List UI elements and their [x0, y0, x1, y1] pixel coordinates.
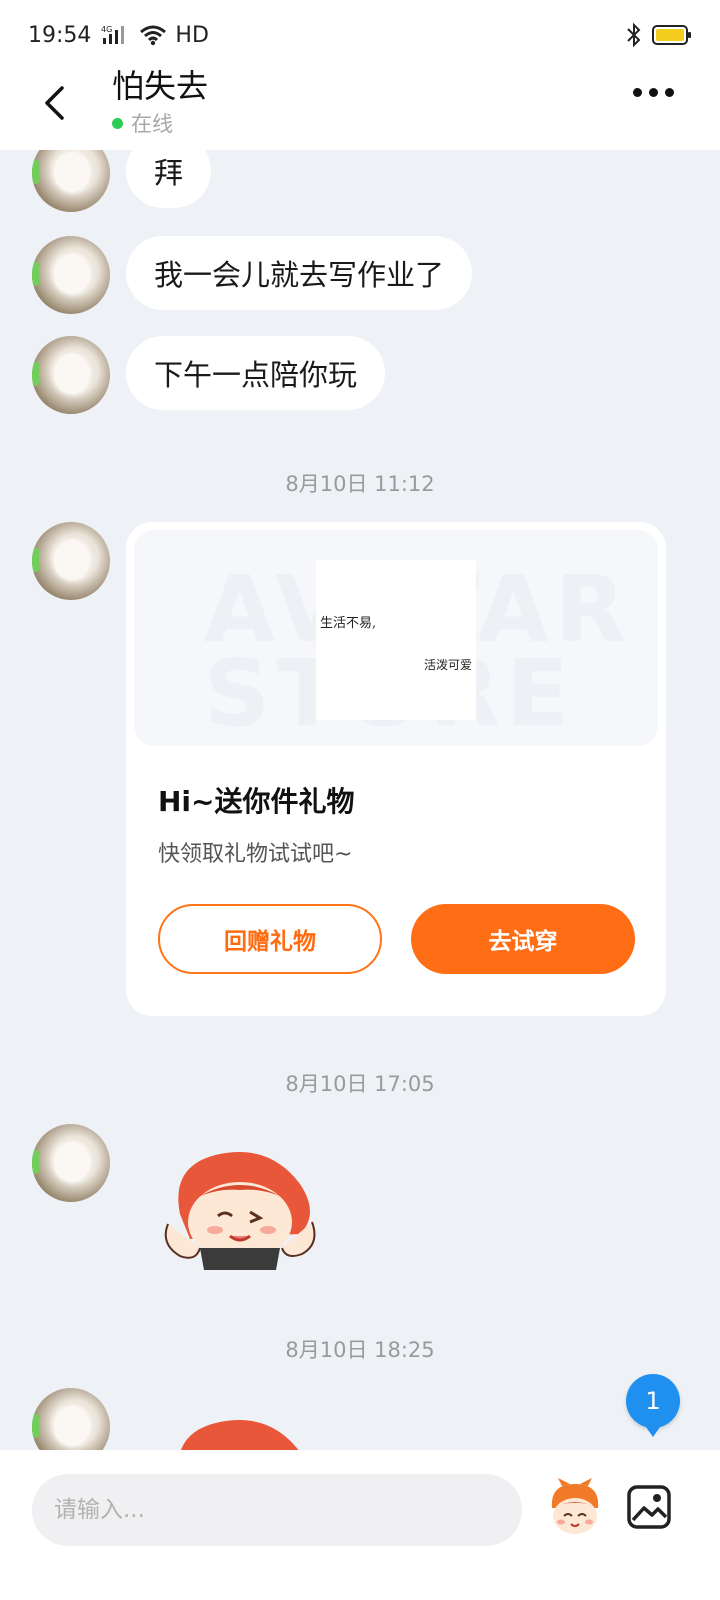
- online-dot-icon: [112, 117, 123, 129]
- contact-avatar[interactable]: [32, 336, 110, 414]
- message-bubble[interactable]: 下午一点陪你玩: [126, 336, 386, 410]
- contact-info[interactable]: 怕失去 在线: [112, 66, 208, 138]
- mascot-sticker-image[interactable]: [160, 1412, 320, 1450]
- message-text: 下午一点陪你玩: [154, 358, 358, 392]
- battery-icon: [652, 25, 691, 45]
- unread-count-badge[interactable]: 1: [626, 1374, 680, 1437]
- contact-avatar[interactable]: [32, 522, 110, 600]
- timestamp: 8月10日 11:12: [285, 472, 435, 496]
- gift-card[interactable]: AVATAR STORE 生活不易, 活泼可爱 Hi~送你件礼物 快领取礼物试试…: [126, 522, 666, 1016]
- gift-card-subtitle: 快领取礼物试试吧~: [158, 842, 353, 867]
- chevron-left-icon: [45, 86, 64, 120]
- cellular-signal-icon: 4G: [101, 25, 125, 44]
- input-bar: [0, 1450, 720, 1600]
- chat-screen: 19:54 4G HD 怕失去 在线 拜 我一会儿就去写作业了 下午一点陪你玩 …: [0, 0, 720, 1600]
- more-options-button[interactable]: [633, 88, 674, 97]
- bluetooth-icon: [627, 22, 641, 48]
- wifi-hd-label: HD: [175, 22, 209, 48]
- try-on-button[interactable]: 去试穿: [411, 904, 635, 974]
- online-status: 在线: [112, 108, 208, 138]
- gift-note-image: 生活不易, 活泼可爱: [316, 560, 476, 720]
- contact-avatar[interactable]: [32, 236, 110, 314]
- return-gift-button[interactable]: 回赠礼物: [158, 904, 382, 974]
- timestamp: 8月10日 17:05: [285, 1072, 435, 1096]
- mascot-sticker-image[interactable]: [160, 1144, 320, 1274]
- contact-avatar[interactable]: [32, 1388, 110, 1450]
- more-dot-icon: [665, 88, 674, 97]
- svg-text:4G: 4G: [101, 25, 112, 34]
- contact-name: 怕失去: [112, 67, 209, 105]
- more-dot-icon: [633, 88, 642, 97]
- back-button[interactable]: [34, 78, 74, 128]
- contact-avatar[interactable]: [32, 1124, 110, 1202]
- gift-card-title: Hi~送你件礼物: [158, 785, 355, 818]
- chat-header: 怕失去 在线: [0, 60, 720, 150]
- gift-note-line1: 生活不易,: [320, 616, 377, 631]
- message-text: 拜: [154, 156, 184, 190]
- mascot-emoji-button[interactable]: [544, 1478, 606, 1540]
- message-input[interactable]: [32, 1474, 522, 1546]
- contact-avatar[interactable]: [32, 150, 110, 212]
- gift-banner-image: AVATAR STORE 生活不易, 活泼可爱: [134, 530, 658, 746]
- online-status-label: 在线: [131, 112, 173, 136]
- status-time: 19:54: [28, 22, 92, 48]
- message-list[interactable]: 拜 我一会儿就去写作业了 下午一点陪你玩 8月10日 11:12 AVATAR …: [0, 150, 720, 1450]
- wifi-icon: [140, 25, 167, 46]
- image-picker-icon[interactable]: [626, 1484, 672, 1530]
- timestamp: 8月10日 18:25: [285, 1338, 435, 1362]
- message-text: 我一会儿就去写作业了: [154, 258, 445, 292]
- message-bubble[interactable]: 我一会儿就去写作业了: [126, 236, 473, 310]
- more-dot-icon: [649, 88, 658, 97]
- message-bubble[interactable]: 拜: [126, 150, 212, 208]
- gift-note-line2: 活泼可爱: [424, 658, 473, 672]
